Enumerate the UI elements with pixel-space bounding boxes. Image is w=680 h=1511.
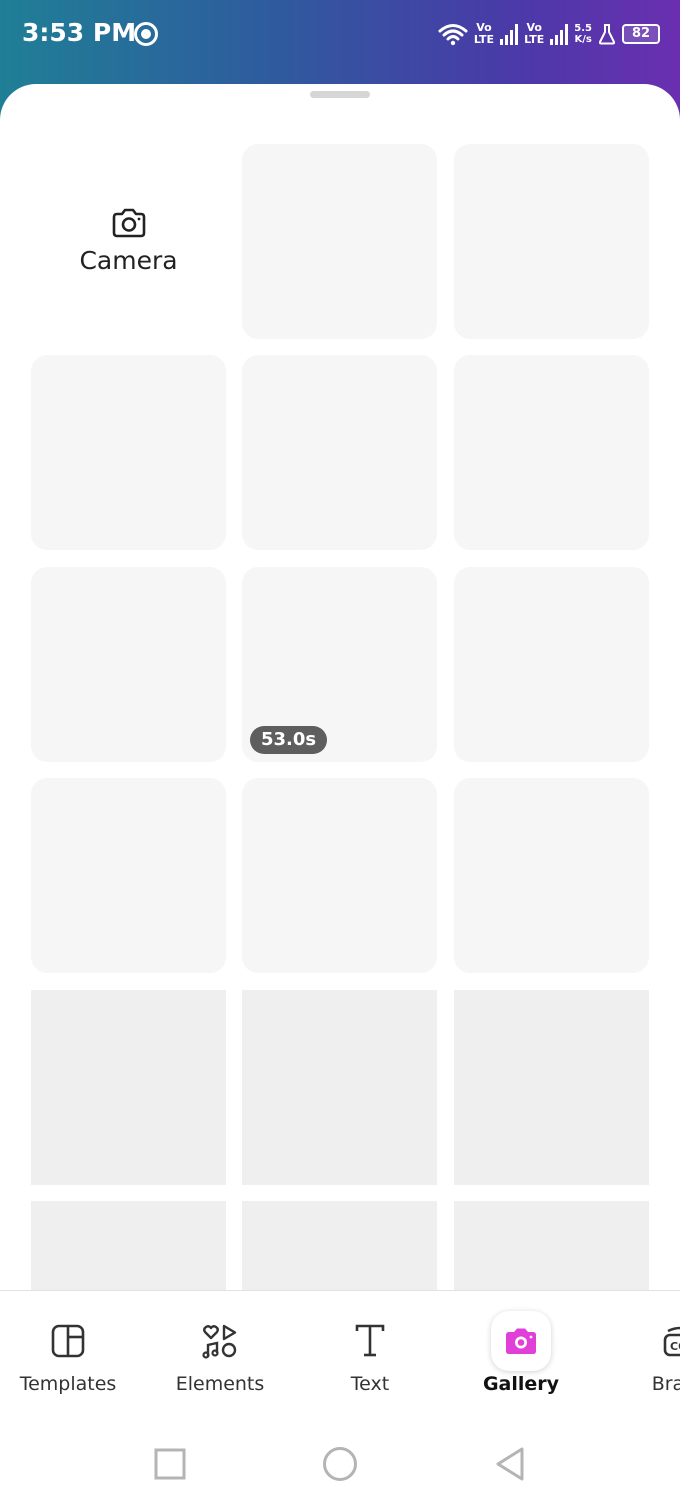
sim1-lte: LTE xyxy=(473,33,495,46)
sim2-lte: LTE xyxy=(524,33,545,46)
battery-indicator: 82 xyxy=(622,24,660,44)
status-bar: 3:53 PM Vo LTE Vo LTE 5.5 K/s 82 xyxy=(0,0,680,84)
system-navigation-bar xyxy=(0,1426,680,1511)
media-tile[interactable] xyxy=(454,144,649,339)
tab-gallery[interactable]: Gallery xyxy=(453,1291,589,1426)
bottom-tab-bar: Templates Elements Text Gallery C Br xyxy=(0,1290,680,1426)
tab-brand-label: Brand xyxy=(651,1373,680,1395)
camera-icon xyxy=(112,208,145,238)
tab-text[interactable]: Text xyxy=(302,1291,438,1426)
svg-text:CO: CO xyxy=(670,1340,680,1353)
tab-gallery-label: Gallery xyxy=(482,1373,560,1395)
sim2-volte-label: Vo LTE xyxy=(524,22,544,46)
media-placeholder xyxy=(454,990,649,1185)
camera-icon xyxy=(506,1328,536,1354)
tab-elements[interactable]: Elements xyxy=(152,1291,288,1426)
network-speed: 5.5 K/s xyxy=(574,23,592,45)
media-placeholder xyxy=(242,990,437,1185)
status-indicators: Vo LTE Vo LTE 5.5 K/s 82 xyxy=(438,18,660,50)
text-icon xyxy=(355,1324,385,1357)
home-button[interactable] xyxy=(322,1446,358,1482)
media-tile[interactable] xyxy=(31,778,226,973)
media-tile[interactable] xyxy=(242,144,437,339)
sheet-drag-handle[interactable] xyxy=(310,91,370,98)
recents-button[interactable] xyxy=(154,1448,186,1480)
media-tile[interactable] xyxy=(31,567,226,762)
media-tile[interactable] xyxy=(454,355,649,550)
status-time: 3:53 PM xyxy=(22,18,137,47)
screen-record-icon xyxy=(134,22,158,46)
media-placeholder xyxy=(31,990,226,1185)
tab-templates-label: Templates xyxy=(19,1373,117,1395)
flask-icon xyxy=(598,24,616,45)
tab-templates[interactable]: Templates xyxy=(0,1291,136,1426)
media-tile[interactable] xyxy=(454,778,649,973)
camera-tile[interactable]: Camera xyxy=(31,144,226,339)
video-tile[interactable]: 53.0s xyxy=(242,567,437,762)
speed-value: 5.5 xyxy=(574,23,592,34)
media-tile[interactable] xyxy=(31,355,226,550)
gallery-icon-bubble xyxy=(491,1311,551,1371)
tab-elements-label: Elements xyxy=(175,1373,265,1395)
back-button[interactable] xyxy=(494,1446,526,1482)
camera-label: Camera xyxy=(79,246,178,275)
sim1-volte-label: Vo LTE xyxy=(474,22,494,46)
video-duration-badge: 53.0s xyxy=(250,726,328,754)
brand-icon: CO xyxy=(663,1326,680,1357)
media-tile[interactable] xyxy=(242,355,437,550)
media-tile[interactable] xyxy=(454,567,649,762)
tab-brand[interactable]: CO Brand xyxy=(612,1291,680,1426)
elements-icon xyxy=(202,1324,237,1359)
media-tile[interactable] xyxy=(242,778,437,973)
tab-text-label: Text xyxy=(350,1373,390,1395)
wifi-icon xyxy=(438,24,468,46)
speed-unit: K/s xyxy=(574,34,592,45)
sim2-signal-icon xyxy=(550,23,569,45)
templates-icon xyxy=(51,1324,85,1358)
sim1-signal-icon xyxy=(500,23,519,45)
